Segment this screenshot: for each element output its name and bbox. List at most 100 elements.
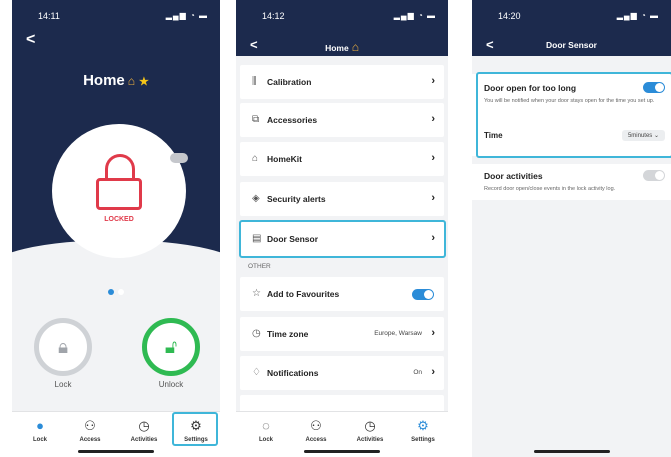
- house-icon: ⌂: [127, 74, 136, 88]
- menu-item-accessories[interactable]: ⧉ Accessories ›: [240, 103, 444, 137]
- tab-activities[interactable]: ◷ Activities: [124, 418, 164, 443]
- door-activities-card: Door activities Record door open/close e…: [472, 164, 671, 200]
- menu-item-security-alerts[interactable]: ◈ Security alerts ›: [240, 182, 444, 216]
- chevron-right-icon: ›: [431, 152, 435, 164]
- tab-label: Settings: [411, 437, 435, 443]
- unlock-button-label: Unlock: [158, 380, 184, 389]
- door-activities-description: Record door open/close events in the loc…: [484, 186, 616, 192]
- gear-icon: ⚙: [417, 418, 429, 433]
- page-dot-active[interactable]: [108, 289, 114, 295]
- menu-item-label: Notifications: [267, 368, 319, 378]
- unlock-button[interactable]: 🔓︎: [142, 318, 200, 376]
- tab-label: Activities: [130, 437, 158, 443]
- chevron-right-icon: ›: [431, 75, 435, 87]
- notifications-value: On: [413, 369, 422, 376]
- tab-label: Activities: [356, 437, 384, 443]
- sliders-icon: ⫼: [252, 76, 257, 87]
- toggle-knob: [655, 171, 664, 180]
- chevron-right-icon: ›: [431, 113, 435, 125]
- status-bar: 14:20 ▂▄▆ ◔ ▬: [472, 11, 671, 25]
- lock-status-label: LOCKED: [104, 216, 134, 223]
- menu-item-label: Accessories: [267, 115, 318, 125]
- lock-handle-icon: [170, 153, 188, 163]
- back-button[interactable]: <: [26, 32, 35, 48]
- page-title: Home ⌂ ★: [12, 72, 220, 89]
- menu-item-label: Add to Favourites: [267, 289, 340, 299]
- tab-access[interactable]: ⚇ Access: [70, 418, 110, 443]
- clock-icon: ◷: [364, 418, 376, 433]
- signal-wifi-battery-icon: ▂▄▆ ◔ ▬: [165, 11, 208, 20]
- phone-settings-screen: 14:12 ▂▄▆ ◔ ▬ < Home ⌂ ⫼ Calibration › ⧉ …: [236, 0, 448, 457]
- page-indicator: [108, 282, 128, 300]
- menu-item-calibration[interactable]: ⫼ Calibration ›: [240, 65, 444, 99]
- section-label-other: OTHER: [248, 263, 271, 270]
- lock-button[interactable]: 🔒︎: [34, 318, 92, 376]
- page-dot[interactable]: [118, 289, 124, 295]
- house-icon: ⌂: [351, 40, 359, 54]
- favourite-star-icon: ★: [139, 76, 149, 88]
- phone-door-sensor-screen: 14:20 ▂▄▆ ◔ ▬ < Door Sensor Door open fo…: [472, 0, 671, 457]
- padlock-shackle-icon: [105, 154, 135, 180]
- lock-button-label: Lock: [54, 380, 72, 389]
- menu-item-notifications[interactable]: ♢ Notifications On ›: [240, 356, 444, 390]
- tab-access[interactable]: ⚇ Access: [296, 418, 336, 443]
- status-time: 14:12: [262, 11, 285, 21]
- door-activities-title: Door activities: [484, 171, 543, 181]
- tab-settings[interactable]: ⚙ Settings: [403, 418, 443, 443]
- people-icon: ⚇: [310, 418, 322, 433]
- lock-tab-icon: ●: [36, 418, 44, 433]
- door-open-highlight: [476, 72, 671, 158]
- door-sensor-highlight: [239, 220, 446, 258]
- status-time: 14:20: [498, 11, 521, 21]
- toggle-knob: [424, 290, 433, 299]
- chevron-right-icon: ›: [431, 192, 435, 204]
- menu-item-time-zone[interactable]: ◷ Time zone Europe, Warsaw ›: [240, 317, 444, 351]
- home-title-label: Home: [83, 72, 125, 89]
- lock-icon: 🔒︎: [57, 337, 69, 358]
- people-icon: ⚇: [84, 418, 96, 433]
- settings-header: 14:12 ▂▄▆ ◔ ▬ < Home ⌂: [236, 0, 448, 56]
- homekit-icon: ⌂: [252, 153, 259, 164]
- home-indicator: [533, 450, 610, 453]
- bell-icon: ♢: [252, 367, 261, 378]
- status-bar: 14:11 ▂▄▆ ◔ ▬: [12, 11, 220, 25]
- tab-label: Lock: [32, 437, 47, 443]
- time-zone-value: Europe, Warsaw: [374, 330, 422, 337]
- home-indicator: [304, 450, 380, 453]
- star-outline-icon: ☆: [252, 288, 261, 299]
- door-sensor-header: 14:20 ▂▄▆ ◔ ▬ < Door Sensor: [472, 0, 671, 56]
- tab-label: Access: [79, 437, 101, 443]
- clock-icon: ◷: [138, 418, 150, 433]
- menu-item-add-to-favourites[interactable]: ☆ Add to Favourites: [240, 277, 444, 311]
- page-title: Door Sensor: [545, 40, 597, 50]
- door-activities-toggle[interactable]: [643, 170, 665, 181]
- chevron-right-icon: ›: [431, 327, 435, 339]
- accessories-icon: ⧉: [252, 114, 260, 125]
- home-indicator: [78, 450, 154, 453]
- menu-item-label: Security alerts: [267, 194, 326, 204]
- page-title: Home ⌂: [236, 40, 448, 54]
- status-time: 14:11: [38, 11, 60, 21]
- clock-icon: ◷: [252, 328, 261, 339]
- settings-tab-highlight: [172, 412, 218, 446]
- tab-lock[interactable]: ● Lock: [20, 418, 60, 443]
- tab-activities[interactable]: ◷ Activities: [350, 418, 390, 443]
- lock-status-circle[interactable]: LOCKED: [52, 124, 186, 258]
- menu-item-homekit[interactable]: ⌂ HomeKit ›: [240, 142, 444, 176]
- padlock-icon: [96, 178, 142, 210]
- menu-item-label: Time zone: [267, 329, 309, 339]
- shield-icon: ◈: [252, 193, 260, 204]
- signal-wifi-battery-icon: ▂▄▆ ◔ ▬: [393, 11, 436, 20]
- menu-item-label: HomeKit: [267, 154, 302, 164]
- tab-label: Access: [305, 437, 327, 443]
- tab-label: Lock: [258, 437, 273, 443]
- tab-lock[interactable]: ◌ Lock: [246, 418, 286, 443]
- lock-tab-icon: ◌: [262, 418, 270, 433]
- favourites-toggle[interactable]: [412, 289, 434, 300]
- menu-item-label: Calibration: [267, 77, 312, 87]
- status-bar: 14:12 ▂▄▆ ◔ ▬: [236, 11, 448, 25]
- title-label: Home: [325, 43, 349, 53]
- unlock-icon: 🔓︎: [164, 337, 178, 358]
- signal-wifi-battery-icon: ▂▄▆ ◔ ▬: [616, 11, 659, 20]
- chevron-right-icon: ›: [431, 366, 435, 378]
